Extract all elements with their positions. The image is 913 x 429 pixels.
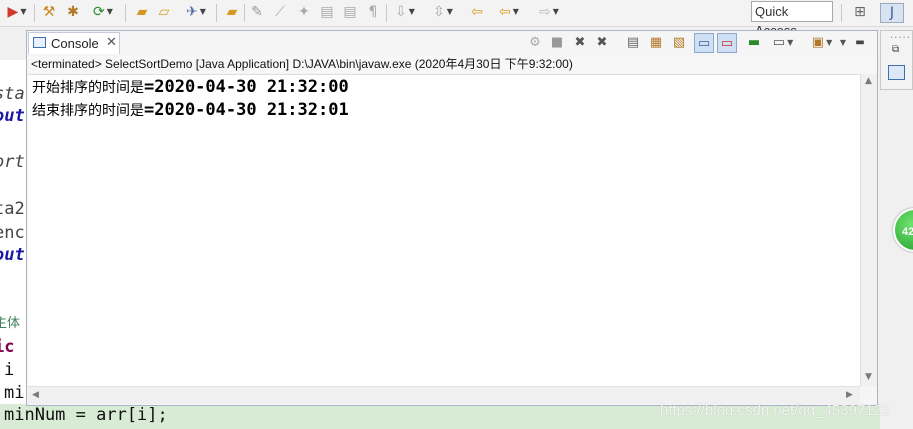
build-icon[interactable]: ⚒: [40, 3, 58, 21]
output-label: 结束排序的时间是: [32, 103, 144, 119]
floating-badge[interactable]: 42: [893, 208, 913, 252]
console-view: Console ✕ ⚙ ■ ✖ ✖ ▤ ▦ ▧ ▭ ▭ ▬ ▭ ▼ ▣ ▼ ▼ ▬ …: [26, 30, 878, 406]
word-wrap-icon[interactable]: ▧: [671, 33, 687, 51]
toolbar-separator: [125, 4, 126, 22]
output-line: 结束排序的时间是=2020-04-30 21:32:01: [32, 100, 349, 122]
toggle-block-icon[interactable]: ⟋: [271, 3, 289, 21]
next-annotation-icon[interactable]: ▤: [341, 3, 359, 21]
code-editor[interactable]: sta out ort ta2 enc out 主体 ic i mi: [0, 60, 27, 429]
scroll-lock-icon[interactable]: ▦: [648, 33, 664, 51]
open-folder-icon[interactable]: ▰: [132, 3, 152, 21]
pin-console-icon[interactable]: ▬: [746, 33, 762, 51]
package-icon[interactable]: ✱: [64, 3, 82, 21]
run-icon[interactable]: ▶ ▼: [2, 3, 32, 21]
outline-icon[interactable]: ✦: [295, 3, 313, 21]
scroll-right-icon[interactable]: ▶: [846, 390, 853, 400]
output-value: =2020-04-30 21:32:01: [144, 100, 349, 120]
refresh-icon[interactable]: ⟳ ▼: [88, 3, 118, 21]
show-whitespace-icon[interactable]: ▤: [318, 3, 336, 21]
toolbar-separator: [841, 4, 842, 22]
output-label: 开始排序的时间是: [32, 80, 144, 96]
toolbar-separator: [386, 4, 387, 22]
code-fragment: enc: [0, 223, 25, 243]
java-perspective-icon[interactable]: J: [880, 3, 904, 23]
close-icon[interactable]: ✕: [106, 34, 117, 50]
toolbar-separator: [244, 4, 245, 22]
code-fragment: sta: [0, 84, 25, 104]
back-history-icon[interactable]: ⇦: [468, 3, 486, 21]
scroll-left-icon[interactable]: ◀: [32, 390, 39, 400]
code-fragment: ort: [0, 152, 25, 172]
trim-stack: ····· ⧉: [880, 30, 913, 90]
code-line: minNum = arr[i];: [4, 405, 168, 425]
show-stderr-icon[interactable]: ▭: [717, 33, 737, 53]
tab-console[interactable]: Console ✕: [28, 32, 120, 54]
toolbar-separator: [216, 4, 217, 22]
open-type-icon[interactable]: ▱: [155, 3, 173, 21]
minimize-icon[interactable]: ▬: [853, 33, 867, 51]
code-comment: 主体: [0, 316, 21, 331]
remove-launch-icon[interactable]: ✖: [572, 33, 588, 51]
clear-terminated-icon[interactable]: ⚙: [527, 33, 543, 51]
perspective-icon[interactable]: ⊞: [850, 3, 870, 21]
forward-icon[interactable]: ⇨ ▼: [532, 3, 566, 21]
code-fragment: ta2: [0, 199, 25, 219]
clear-console-icon[interactable]: ▤: [625, 33, 641, 51]
console-icon[interactable]: [888, 65, 905, 80]
pen-icon[interactable]: ✎: [248, 3, 266, 21]
scroll-down-icon[interactable]: ▼: [865, 372, 872, 382]
drag-handle-icon[interactable]: ·····: [890, 33, 911, 44]
annotation-icon[interactable]: ▰: [222, 3, 242, 21]
scroll-up-icon[interactable]: ▲: [865, 76, 872, 86]
vertical-scrollbar[interactable]: ▲ ▼: [860, 74, 877, 386]
prev-annotation-icon[interactable]: ¶: [364, 3, 382, 21]
code-keyword: ic: [0, 337, 15, 357]
console-output[interactable]: 开始排序的时间是=2020-04-30 21:32:00 结束排序的时间是=20…: [28, 74, 860, 387]
code-fragment: out: [0, 106, 25, 126]
code-fragment: mi: [4, 383, 25, 403]
console-icon: [33, 37, 46, 48]
show-stdout-icon[interactable]: ▭: [694, 33, 714, 53]
code-fragment: out: [0, 245, 25, 265]
toolbar-separator: [34, 4, 35, 22]
code-fragment: i: [4, 360, 15, 380]
view-menu-icon[interactable]: ▼: [837, 33, 849, 51]
main-toolbar: ▶ ▼ ⚒ ✱ ⟳ ▼ ▰ ▱ ✈ ▼ ▰ ✎ ⟋ ✦ ▤ ▤ ¶ ⇩ ▼ ⇳ ▼ ⇦ ⇦…: [0, 0, 913, 38]
output-line: 开始排序的时间是=2020-04-30 21:32:00: [32, 77, 349, 99]
annotation-nav-icon[interactable]: ⇳ ▼: [428, 3, 458, 21]
watermark-text: https://blog.csdn.net/qq_45397122: [660, 402, 891, 419]
terminate-icon[interactable]: ■: [549, 33, 565, 51]
restore-icon[interactable]: ⧉: [892, 44, 899, 55]
console-status-line: <terminated> SelectSortDemo [Java Applic…: [29, 56, 877, 73]
back-icon[interactable]: ⇦ ▼: [492, 3, 526, 21]
remove-all-terminated-icon[interactable]: ✖: [594, 33, 610, 51]
open-console-icon[interactable]: ▣ ▼: [809, 33, 835, 51]
output-value: =2020-04-30 21:32:00: [144, 77, 349, 97]
display-console-icon[interactable]: ▭ ▼: [770, 33, 796, 51]
search-icon[interactable]: ✈ ▼: [178, 3, 214, 21]
console-tab-label: Console: [51, 36, 99, 51]
quick-access-input[interactable]: Quick Access: [751, 1, 833, 38]
last-edit-icon[interactable]: ⇩ ▼: [391, 3, 419, 21]
